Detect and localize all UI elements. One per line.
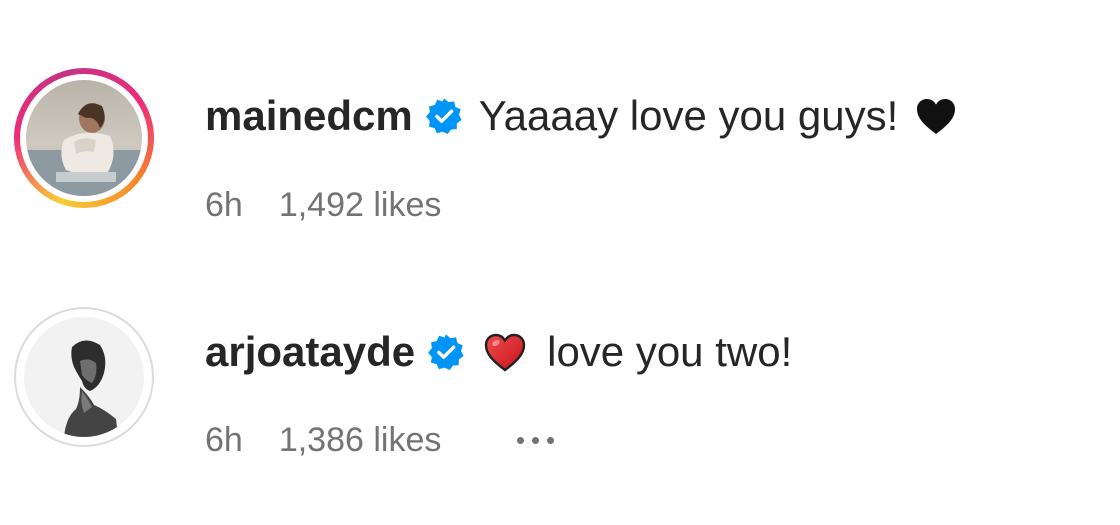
avatar-border[interactable] [14, 307, 154, 447]
comment-meta: 6h 1,386 likes [205, 418, 555, 462]
comment-likes-link[interactable]: 1,492 likes [279, 186, 442, 225]
more-options-dot [517, 436, 525, 444]
comment-text: love you two! [547, 328, 793, 375]
avatar[interactable] [26, 80, 142, 196]
avatar[interactable] [24, 317, 144, 437]
more-options-dot [547, 436, 555, 444]
more-options-icon[interactable] [517, 425, 555, 455]
verified-badge-icon [425, 97, 463, 135]
comment-item: mainedcm Yaaaay love you guys! 6h 1,492 … [0, 0, 1120, 260]
comment-timestamp[interactable]: 6h [205, 421, 243, 460]
comment-line: mainedcm Yaaaay love you guys! [205, 86, 958, 146]
comment-likes-link[interactable]: 1,386 likes [279, 421, 442, 460]
avatar-story-ring[interactable] [14, 68, 154, 208]
comment-timestamp[interactable]: 6h [205, 186, 243, 225]
red-heart-icon [483, 332, 527, 372]
comment-item: arjoatayde love you two! 6h 1,386 likes [0, 260, 1120, 525]
username-link[interactable]: mainedcm [205, 92, 413, 140]
more-options-dot [532, 436, 540, 444]
verified-badge-icon [427, 333, 465, 371]
comment-meta: 6h 1,492 likes [205, 183, 441, 227]
comment-line: arjoatayde love you two! [205, 322, 792, 382]
username-link[interactable]: arjoatayde [205, 328, 415, 376]
comment-text: Yaaaay love you guys! [478, 92, 899, 139]
black-heart-icon [914, 96, 958, 136]
